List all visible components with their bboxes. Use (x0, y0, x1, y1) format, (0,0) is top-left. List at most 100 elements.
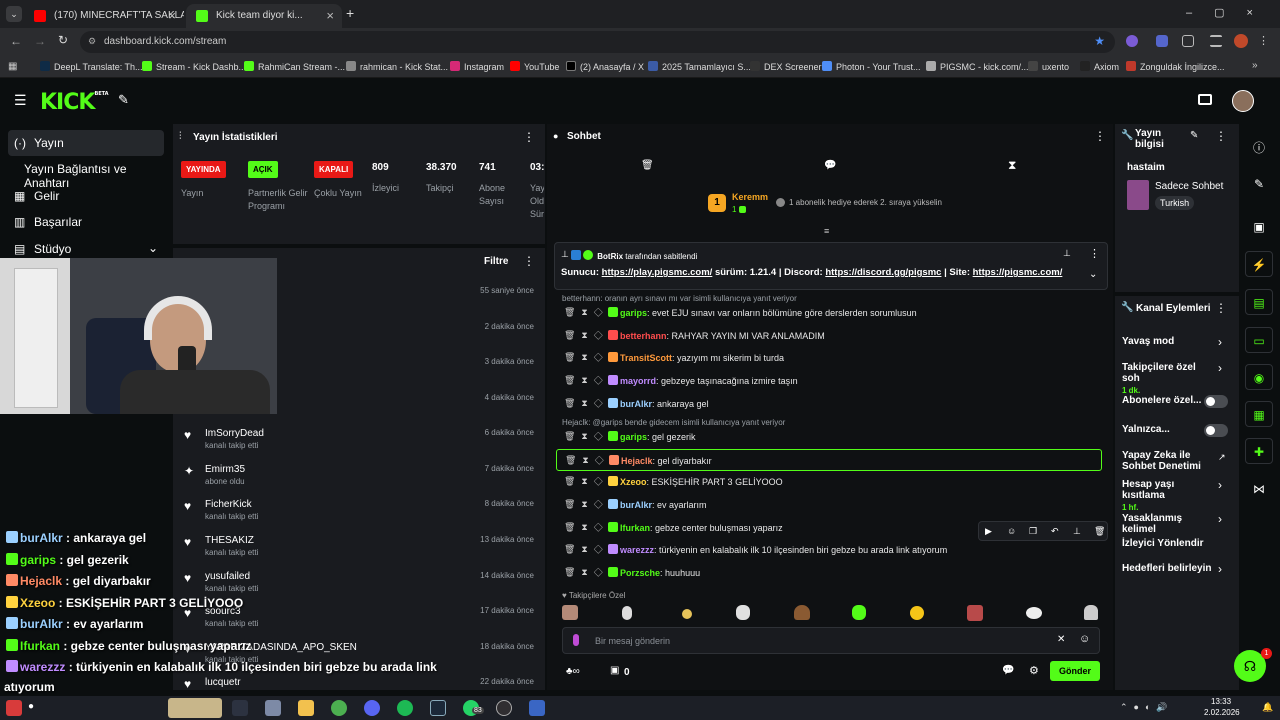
chat-username[interactable]: Xzeoo (620, 477, 647, 487)
avatar[interactable] (1232, 90, 1254, 112)
nav-item-stream-key[interactable]: Yayın Bağlantısı ve Anahtarı (8, 156, 164, 190)
channel-action-item[interactable]: Abonelere özel... (1122, 395, 1214, 406)
gear-icon[interactable]: ⚙ (1029, 664, 1039, 677)
bookmark-item[interactable]: DEX Screener (750, 61, 822, 72)
channel-action-item[interactable]: İzleyici Yönlendir (1122, 538, 1214, 549)
trash-icon[interactable]: 🗑 (641, 160, 654, 171)
activity-row[interactable]: ♥ ImSorryDead kanalı takip etti 6 dakika ön… (178, 426, 540, 461)
chat-icon[interactable]: ▭ (1245, 327, 1273, 353)
external-link-icon[interactable]: ↗ (1218, 452, 1226, 463)
emote-icon[interactable] (910, 606, 924, 620)
chat-username[interactable]: Hejaclk (621, 456, 653, 466)
app-icon[interactable] (529, 700, 545, 716)
message-mod-icons[interactable]: 🗑⧗◇ (564, 375, 609, 386)
bookmark-item[interactable]: PIGSMC - kick.com/... (926, 61, 1029, 72)
bolt-icon[interactable]: ⚡ (1245, 251, 1273, 277)
chat-username[interactable]: garips (620, 308, 647, 318)
emoji-icon[interactable]: ☺ (1007, 526, 1016, 536)
message-mod-icons[interactable]: 🗑⧗◇ (564, 522, 609, 533)
steam-icon[interactable] (430, 700, 446, 716)
notes-icon[interactable]: ▤ (1245, 289, 1273, 315)
emoji-picker-icon[interactable]: ☺ (1079, 633, 1090, 645)
menu-icon[interactable]: ☰ (14, 92, 27, 109)
reload-icon[interactable]: ↻ (58, 33, 68, 47)
chat-username[interactable]: Porzsche (620, 568, 660, 578)
bookmark-star-icon[interactable]: ★ (1094, 34, 1105, 48)
close-icon[interactable]: × (326, 8, 334, 23)
chat-settings-icon[interactable]: 💬 (1002, 665, 1014, 676)
toggle-switch[interactable] (1204, 424, 1228, 437)
app-icon[interactable] (265, 700, 281, 716)
mic-icon[interactable] (573, 634, 579, 646)
tab-kick[interactable]: Kick team diyor ki... × (186, 4, 342, 28)
chevron-down-icon[interactable]: ⌄ (1089, 269, 1097, 280)
chevron-right-icon[interactable]: › (1218, 512, 1222, 526)
apps-icon[interactable]: ▦ (8, 61, 17, 72)
spotify-icon[interactable] (397, 700, 413, 716)
message-mod-icons[interactable]: 🗑⧗◇ (564, 499, 609, 510)
site-info-icon[interactable]: ⚙ (88, 36, 96, 47)
message-mod-icons[interactable]: 🗑⧗◇ (564, 431, 609, 442)
play-icon[interactable]: ▶ (985, 526, 992, 537)
message-mod-icons[interactable]: 🗑⧗◇ (565, 455, 610, 466)
chat-message[interactable]: 🗑⧗◇ burAlkr: ev ayarlarım (556, 494, 1102, 516)
pinned-link[interactable]: https://play.pigsmc.com/ (602, 267, 713, 278)
message-mod-icons[interactable]: 🗑⧗◇ (564, 352, 609, 363)
pinned-link[interactable]: https://pigsmc.com/ (973, 267, 1063, 278)
more-icon[interactable]: ⋮ (1215, 129, 1227, 143)
copy-icon[interactable]: ❐ (1029, 526, 1037, 537)
translate-icon[interactable]: ✕ (1057, 634, 1065, 645)
pin-icon[interactable]: ⊥ (1063, 248, 1071, 259)
more-icon[interactable]: ⋮ (523, 130, 535, 144)
back-icon[interactable]: ← (10, 34, 22, 48)
channel-action-item[interactable]: Hedefleri belirleyin (1122, 563, 1214, 574)
chat-message[interactable]: 🗑⧗◇ mayorrd: gebzeye taşınacağına izmire … (556, 370, 1102, 392)
emote-icon[interactable] (794, 605, 810, 620)
chat-username[interactable]: mayorrd (620, 376, 656, 386)
emote-icon[interactable] (562, 605, 578, 620)
chat-username[interactable]: burAlkr (620, 500, 652, 510)
emote-icon[interactable] (736, 605, 750, 620)
more-icon[interactable]: ⋮ (1094, 129, 1106, 143)
emote-icon[interactable] (622, 606, 632, 620)
bookmark-item[interactable]: 2025 Tamamlayıcı S... (648, 61, 751, 72)
chat-bubble-icon[interactable]: 💬 (824, 160, 836, 171)
chat-message[interactable]: 🗑⧗◇ Xzeoo: ESKİŞEHİR PART 3 GELİYOOO (556, 471, 1102, 493)
broadcast-icon[interactable]: ◉ (1245, 364, 1273, 390)
nav-item-basarilar[interactable]: ▥ Başarılar (8, 209, 164, 235)
extensions-icons[interactable]: ⋮ (1126, 34, 1269, 49)
bookmark-item[interactable]: DeepL Translate: Th... (40, 61, 143, 72)
chat-username[interactable]: burAlkr (620, 399, 652, 409)
chat-message[interactable]: 🗑⧗◇ warezzz: türkiyenin en kalabalık ilk … (556, 539, 1102, 561)
url-input[interactable]: ⚙ dashboard.kick.com/stream ★ (80, 31, 1115, 53)
chevron-right-icon[interactable]: › (1218, 478, 1222, 492)
hourglass-icon[interactable]: ⧗ (1008, 158, 1016, 173)
emote-icon[interactable] (1084, 605, 1098, 620)
toggle-switch[interactable] (1204, 395, 1228, 408)
more-icon[interactable]: ⋮ (1089, 247, 1100, 260)
chevron-right-icon[interactable]: › (1218, 361, 1222, 375)
bookmark-item[interactable]: Zonguldak İngilizce... (1126, 61, 1225, 72)
bookmark-item[interactable]: YouTube (510, 61, 559, 72)
chat-username[interactable]: betterhann (620, 331, 667, 341)
nav-item-gelir[interactable]: ▦ Gelir (8, 183, 164, 209)
message-mod-icons[interactable]: 🗑⧗◇ (564, 398, 609, 409)
chat-username[interactable]: TransitScott (620, 353, 672, 363)
bookmark-item[interactable]: (2) Anasayfa / X (566, 61, 644, 72)
task-view-icon[interactable] (232, 700, 248, 716)
new-tab-icon[interactable]: + (346, 5, 354, 21)
channel-action-item[interactable]: Hesap yaşı kısıtlama 1 hf. (1122, 479, 1214, 513)
edit-icon[interactable]: ✎ (1243, 171, 1275, 197)
chat-username[interactable]: warezzz (620, 545, 654, 555)
emote-icon[interactable] (967, 605, 983, 621)
delete-icon[interactable]: 🗑 (1094, 526, 1105, 537)
chat-username[interactable]: Ifurkan (620, 523, 650, 533)
tab-youtube[interactable]: (170) MINECRAFT'TA SAKLAMB × (24, 4, 184, 28)
activity-row[interactable]: ♥ THESAKIZ kanalı takip etti 13 dakika önce (178, 533, 540, 568)
message-mod-icons[interactable]: 🗑⧗◇ (564, 330, 609, 341)
chat-message[interactable]: 🗑⧗◇ burAlkr: ankaraya gel (556, 393, 1102, 415)
info-icon[interactable]: ⓘ (1243, 133, 1275, 159)
chat-message[interactable]: 🗑⧗◇ Porzsche: huuhuuu (556, 562, 1102, 584)
channel-action-item[interactable]: Yavaş mod (1122, 336, 1214, 347)
activity-row[interactable]: ✦ Emirm35 abone oldu 7 dakika önce (178, 462, 540, 497)
